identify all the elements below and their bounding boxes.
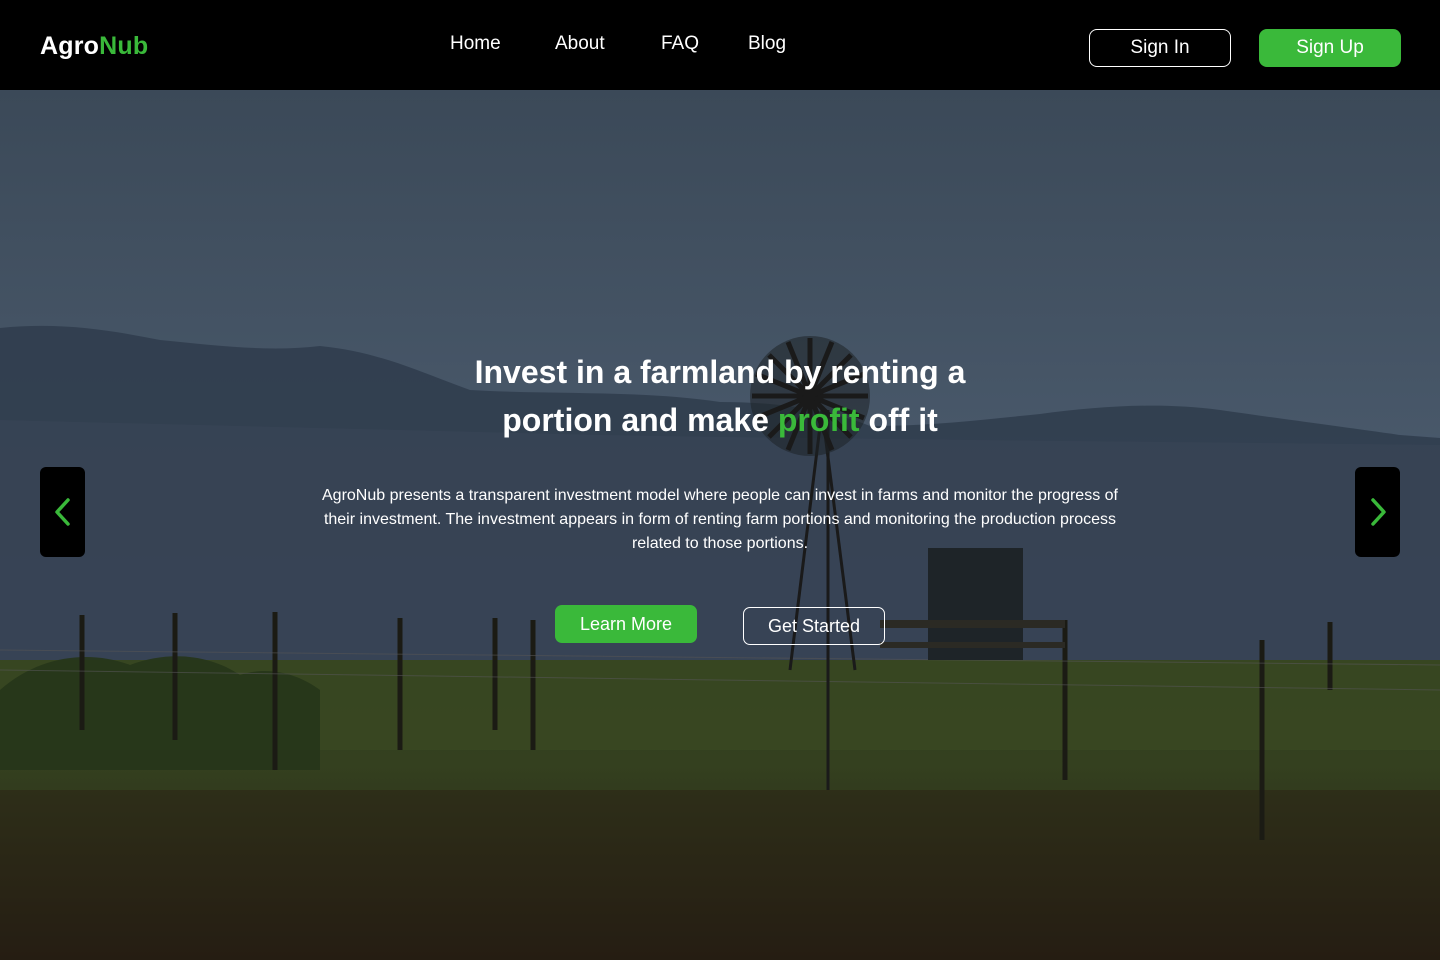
- nav-link-faq[interactable]: FAQ: [661, 33, 699, 55]
- get-started-button[interactable]: Get Started: [743, 607, 885, 645]
- sign-up-button[interactable]: Sign Up: [1259, 29, 1401, 67]
- hero-title: Invest in a farmland by renting a portio…: [420, 348, 1020, 444]
- nav-link-home[interactable]: Home: [450, 33, 501, 55]
- hero-description: AgroNub presents a transparent investmen…: [322, 487, 1118, 552]
- hero-title-line2-post: off it: [859, 402, 938, 438]
- carousel-prev-button[interactable]: [40, 467, 85, 557]
- nav-link-about[interactable]: About: [555, 33, 605, 55]
- carousel-next-button[interactable]: [1355, 467, 1400, 557]
- navbar: AgroNub Home About FAQ Blog Sign In Sign…: [0, 0, 1440, 90]
- learn-more-button[interactable]: Learn More: [555, 605, 697, 643]
- hero-title-line1: Invest in a farmland by renting a: [474, 354, 966, 390]
- hero-title-line2-pre: portion and make: [502, 402, 778, 438]
- chevron-right-icon: [1370, 498, 1386, 526]
- sign-in-button[interactable]: Sign In: [1089, 29, 1231, 67]
- nav-link-blog[interactable]: Blog: [748, 33, 786, 55]
- chevron-left-icon: [54, 498, 70, 526]
- hero-section: Invest in a farmland by renting a portio…: [0, 90, 1440, 960]
- hero-title-highlight: profit: [777, 402, 860, 438]
